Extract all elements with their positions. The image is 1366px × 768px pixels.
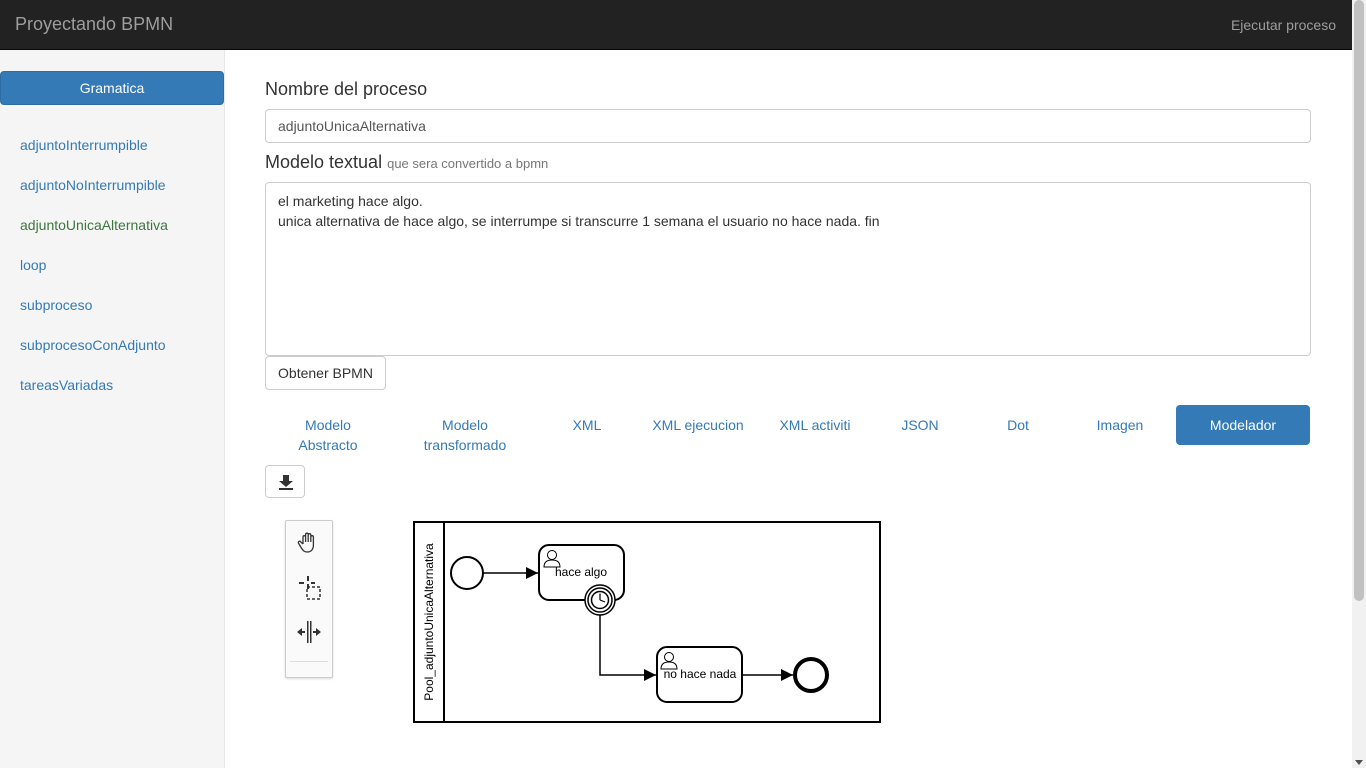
- modelo-textarea[interactable]: el marketing hace algo. unica alternativ…: [265, 182, 1311, 356]
- tab-xml[interactable]: XML: [561, 405, 613, 435]
- modelo-subheading: que sera convertido a bpmn: [387, 156, 549, 171]
- tab-modelo-abstracto[interactable]: Modelo Abstracto: [285, 405, 371, 455]
- gramatica-button[interactable]: Gramatica: [0, 71, 224, 105]
- tab-label: transformado: [423, 437, 507, 453]
- brand-link[interactable]: Proyectando BPMN: [15, 14, 173, 35]
- lasso-tool-icon: [299, 576, 321, 600]
- download-icon: [279, 475, 293, 490]
- tab-xml-ejecucion[interactable]: XML ejecucion: [645, 405, 751, 435]
- start-event[interactable]: [450, 556, 484, 590]
- bpmn-diagram: Pool_adjuntoUnicaAlternativa hace algo n…: [413, 521, 881, 723]
- sidebar-item-adjunto-no-interrumpible[interactable]: adjuntoNoInterrumpible: [20, 176, 168, 216]
- sidebar-list: adjuntoInterrumpible adjuntoNoInterrumpi…: [20, 136, 168, 416]
- obtener-bpmn-button[interactable]: Obtener BPMN: [265, 356, 386, 390]
- modelo-line-2: unica alternativa de hace algo, se inter…: [278, 213, 880, 229]
- ejecutar-proceso-link[interactable]: Ejecutar proceso: [1231, 17, 1336, 33]
- scroll-down-icon[interactable]: [1355, 760, 1363, 765]
- modelo-heading: Modelo textual que sera convertido a bpm…: [265, 152, 548, 173]
- tab-imagen[interactable]: Imagen: [1085, 405, 1155, 435]
- space-tool-icon: [297, 621, 321, 643]
- sidebar-item-adjunto-interrumpible[interactable]: adjuntoInterrumpible: [20, 136, 168, 176]
- tab-xml-activiti[interactable]: XML activiti: [770, 405, 860, 435]
- modeler-palette: [285, 520, 333, 678]
- nombre-heading: Nombre del proceso: [265, 79, 428, 99]
- sidebar-item-tareas-variadas[interactable]: tareasVariadas: [20, 376, 168, 416]
- tab-modelador[interactable]: Modelador: [1176, 405, 1310, 445]
- sidebar: Gramatica adjuntoInterrumpible adjuntoNo…: [0, 50, 225, 768]
- download-button[interactable]: [265, 465, 305, 498]
- navbar: Proyectando BPMN Ejecutar proceso: [0, 0, 1352, 50]
- tab-label: Modelo: [305, 417, 351, 433]
- tab-modelo-transformado[interactable]: Modelo transformado: [415, 405, 515, 455]
- sidebar-item-adjunto-unica-alternativa[interactable]: adjuntoUnicaAlternativa: [20, 216, 168, 256]
- scroll-thumb[interactable]: [1354, 0, 1364, 601]
- vertical-scrollbar[interactable]: [1352, 0, 1366, 768]
- palette-separator: [290, 661, 328, 662]
- tab-label: Abstracto: [298, 437, 358, 453]
- task-label-1: hace algo: [555, 565, 607, 579]
- task-label-2: no hace nada: [664, 667, 737, 681]
- pool-label: Pool_adjuntoUnicaAlternativa: [422, 543, 436, 701]
- sidebar-item-loop[interactable]: loop: [20, 256, 168, 296]
- hand-tool-icon: [297, 532, 315, 553]
- modelo-line-1: el marketing hace algo.: [278, 193, 423, 209]
- lasso-tool-button[interactable]: [294, 573, 324, 603]
- tab-dot[interactable]: Dot: [990, 405, 1046, 435]
- output-tabs: Modelo Abstracto Modelo transformado XML…: [265, 405, 1311, 465]
- modelo-heading-text: Modelo textual: [265, 152, 383, 172]
- bpmn-canvas[interactable]: Pool_adjuntoUnicaAlternativa hace algo n…: [413, 520, 883, 725]
- nombre-input[interactable]: adjuntoUnicaAlternativa: [265, 109, 1311, 143]
- space-tool-button[interactable]: [294, 617, 324, 647]
- tab-json[interactable]: JSON: [890, 405, 950, 435]
- end-event[interactable]: [793, 657, 829, 693]
- tab-label: Modelo: [442, 417, 488, 433]
- hand-tool-button[interactable]: [294, 528, 324, 558]
- sidebar-item-subproceso-con-adjunto[interactable]: subprocesoConAdjunto: [20, 336, 168, 376]
- timer-boundary-event[interactable]: [584, 584, 616, 616]
- sidebar-item-subproceso[interactable]: subproceso: [20, 296, 168, 336]
